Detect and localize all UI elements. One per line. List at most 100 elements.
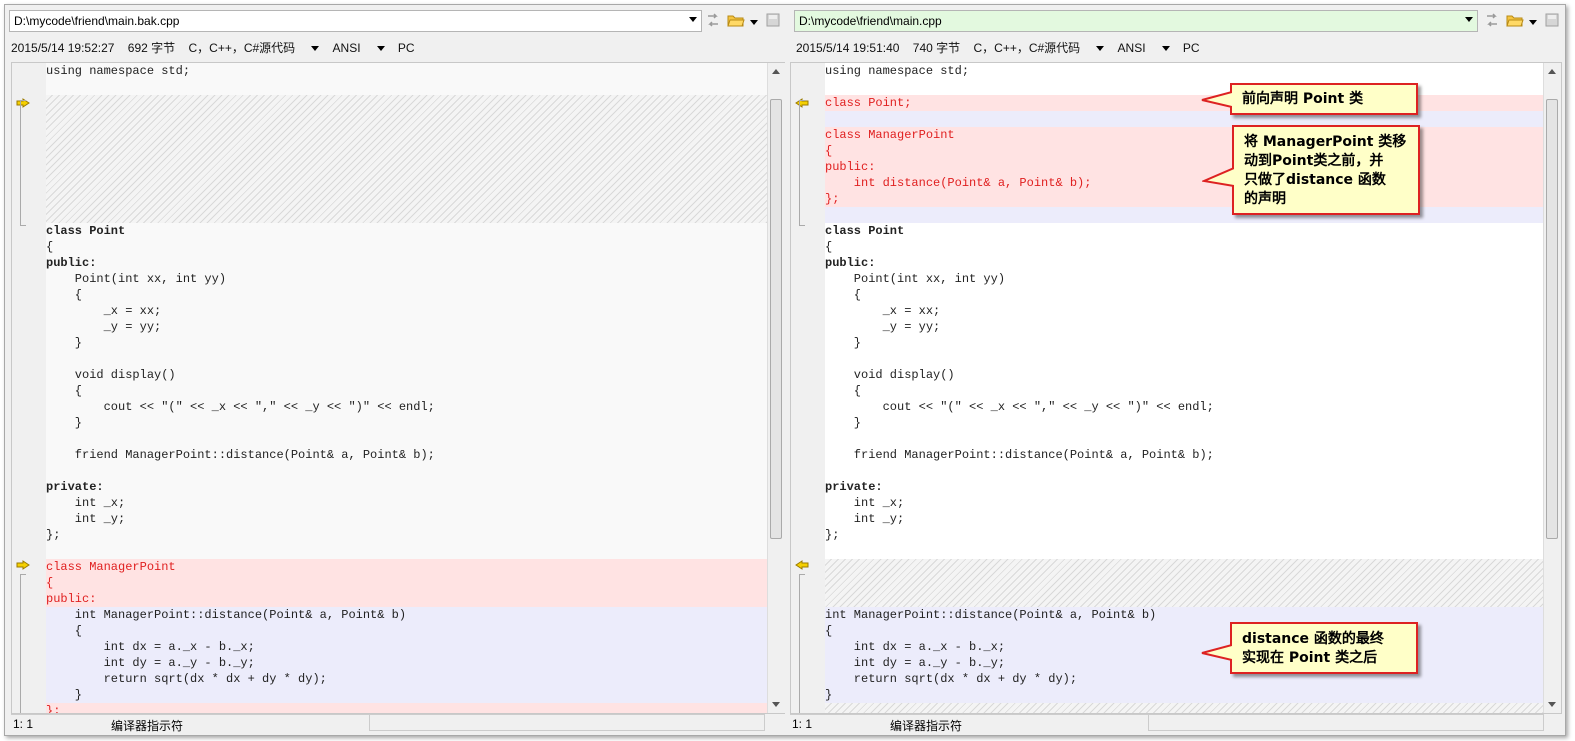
right-file-info: 2015/5/14 19:51:40 740 字节 C，C++，C#源代码 AN… <box>796 39 1210 57</box>
open-folder-icon[interactable] <box>727 12 749 30</box>
code-line: public: <box>825 159 1543 175</box>
scroll-up-icon[interactable] <box>772 69 780 74</box>
callout-line: 实现在 Point 类之后 <box>1242 650 1378 666</box>
code-line: using namespace std; <box>825 64 970 78</box>
callout-line: 只做了distance 函数 <box>1244 172 1386 188</box>
right-mode: 编译器指示符 <box>890 719 963 733</box>
code-line: } <box>825 336 862 350</box>
left-statusbar: 1: 1 编译器指示符 <box>11 714 369 733</box>
code-line: int _y; <box>46 512 126 526</box>
code-line: } <box>825 687 1543 703</box>
left-syntax-label: C，C++，C#源代码 <box>188 41 296 55</box>
left-encoding-label: ANSI <box>332 41 361 55</box>
left-horizontal-scrollbar[interactable] <box>369 714 765 731</box>
code-line: void display() <box>46 368 176 382</box>
open-folder-icon[interactable] <box>1506 12 1528 30</box>
left-date: 2015/5/14 19:52:27 <box>11 41 115 55</box>
left-path-text: D:\mycode\friend\main.bak.cpp <box>14 14 180 28</box>
right-lineend[interactable]: PC <box>1183 41 1200 55</box>
code-line: int _x; <box>46 496 126 510</box>
code-line: int dx = a._x - b._x; <box>46 639 767 655</box>
code-line: { <box>46 288 83 302</box>
right-editor[interactable]: using namespace std; class Point; class … <box>790 62 1562 714</box>
right-horizontal-scrollbar[interactable] <box>1148 714 1544 731</box>
right-encoding-label: ANSI <box>1117 41 1146 55</box>
left-cursor-pos: 1: 1 <box>13 717 34 731</box>
scroll-down-icon[interactable] <box>1548 702 1556 707</box>
right-pane: D:\mycode\friend\main.cpp 2015/5/14 19:5… <box>790 5 1565 735</box>
left-lineend[interactable]: PC <box>398 41 415 55</box>
code-line: } <box>825 416 862 430</box>
chevron-down-icon[interactable] <box>1465 17 1473 22</box>
code-line: friend ManagerPoint::distance(Point& a, … <box>825 448 1214 462</box>
right-encoding-select[interactable]: ANSI <box>1118 41 1170 55</box>
arrow-right-icon[interactable] <box>16 560 30 570</box>
code-line: { <box>825 143 1543 159</box>
diff-placeholder <box>825 703 1543 713</box>
code-line: class ManagerPoint <box>46 559 767 575</box>
code-line: int dx = a._x - b._x; <box>825 639 1543 655</box>
right-path-combo[interactable]: D:\mycode\friend\main.cpp <box>794 10 1478 32</box>
left-pane: D:\mycode\friend\main.bak.cpp 2015/5/14 … <box>5 5 786 735</box>
code-line: int ManagerPoint::distance(Point& a, Poi… <box>46 607 767 623</box>
left-size: 692 字节 <box>127 41 176 55</box>
right-path-text: D:\mycode\friend\main.cpp <box>799 14 942 28</box>
code-line: int _y; <box>825 512 905 526</box>
swap-icon[interactable] <box>705 12 721 30</box>
code-line: } <box>46 687 767 703</box>
diff-bracket <box>20 100 26 226</box>
scroll-thumb[interactable] <box>1546 99 1558 539</box>
code-line: int ManagerPoint::distance(Point& a, Poi… <box>825 607 1543 623</box>
code-line: { <box>46 240 54 254</box>
code-line: } <box>46 336 83 350</box>
code-line: class Point; <box>825 95 1543 111</box>
code-line: { <box>825 623 1543 639</box>
right-vertical-scrollbar[interactable] <box>1543 63 1561 713</box>
left-path-combo[interactable]: D:\mycode\friend\main.bak.cpp <box>9 10 702 32</box>
right-syntax-label: C，C++，C#源代码 <box>973 41 1081 55</box>
chevron-down-icon[interactable] <box>689 17 697 22</box>
diff-placeholder <box>46 95 767 223</box>
arrow-left-icon[interactable] <box>795 560 809 570</box>
save-icon[interactable] <box>765 12 781 30</box>
right-size: 740 字节 <box>912 41 961 55</box>
callout-move-class: 将 ManagerPoint 类移 动到Point类之前，并 只做了distan… <box>1202 125 1420 215</box>
callout-line: 的声明 <box>1244 191 1286 207</box>
code-line: public: <box>46 591 767 607</box>
right-syntax-select[interactable]: C，C++，C#源代码 <box>973 39 1105 56</box>
left-syntax-select[interactable]: C，C++，C#源代码 <box>188 39 320 56</box>
code-line: class ManagerPoint <box>825 127 1543 143</box>
chevron-down-icon <box>1161 46 1170 52</box>
code-line: friend ManagerPoint::distance(Point& a, … <box>46 448 435 462</box>
left-editor[interactable]: using namespace std; class Point { publi… <box>11 62 786 714</box>
code-line: public: <box>46 256 97 270</box>
code-line: }; <box>46 703 767 713</box>
chevron-down-icon <box>376 46 385 52</box>
code-line: void display() <box>825 368 955 382</box>
code-line: { <box>46 384 83 398</box>
left-gutter <box>12 63 46 713</box>
right-gutter <box>791 63 825 713</box>
callout-forward-declaration: 前向声明 Point 类 <box>1201 83 1418 115</box>
left-encoding-select[interactable]: ANSI <box>333 41 385 55</box>
code-line: { <box>46 623 767 639</box>
code-line: cout << "(" << _x << "," << _y << ")" <<… <box>825 400 1214 414</box>
scroll-down-icon[interactable] <box>772 702 780 707</box>
code-line: private: <box>825 480 883 494</box>
open-dropdown-icon[interactable] <box>750 20 758 25</box>
callout-line: 动到Point类之前，并 <box>1244 153 1384 169</box>
save-icon[interactable] <box>1544 12 1560 30</box>
swap-icon[interactable] <box>1484 12 1500 30</box>
diff-bracket <box>20 574 26 713</box>
code-line: public: <box>825 256 876 270</box>
code-line: }; <box>825 528 840 542</box>
code-line: cout << "(" << _x << "," << _y << ")" <<… <box>46 400 435 414</box>
open-dropdown-icon[interactable] <box>1529 20 1537 25</box>
left-mode: 编译器指示符 <box>111 719 184 733</box>
left-vertical-scrollbar[interactable] <box>767 63 785 713</box>
right-statusbar: 1: 1 编译器指示符 <box>790 714 1148 733</box>
scroll-up-icon[interactable] <box>1548 69 1556 74</box>
code-line: int dy = a._y - b._y; <box>46 655 767 671</box>
scroll-thumb[interactable] <box>770 99 782 539</box>
chevron-down-icon <box>1096 46 1105 52</box>
